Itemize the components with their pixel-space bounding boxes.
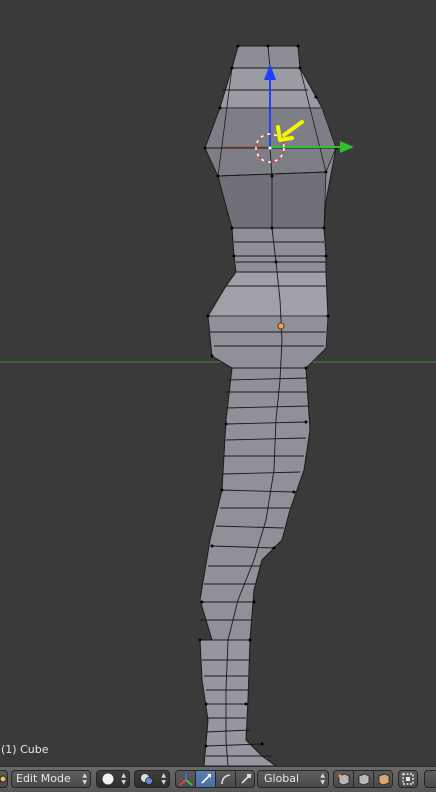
orientation-label: Global — [264, 772, 300, 785]
mode-selector-label: Edit Mode — [16, 772, 71, 785]
translate-icon — [200, 774, 211, 784]
editor-type-button[interactable] — [0, 770, 8, 788]
manipulator-axes-icon — [178, 773, 193, 786]
active-object-label: (1) Cube — [1, 743, 49, 756]
up-down-arrows-icon: ▲ ▼ — [161, 772, 166, 786]
viewport-shading-button[interactable]: ▲ ▼ — [96, 770, 130, 788]
edge-select-icon — [358, 773, 369, 786]
up-down-arrows-icon: ▲ ▼ — [121, 772, 126, 786]
up-down-arrows-icon: ▲ ▼ — [82, 772, 87, 786]
up-down-arrows-icon: ▲ ▼ — [320, 772, 325, 786]
snap-icon — [402, 773, 414, 785]
translate-toggle[interactable] — [196, 771, 216, 787]
layer-face-select[interactable] — [374, 771, 394, 787]
object-origin-dot[interactable] — [277, 322, 285, 330]
manipulator-toggle[interactable] — [176, 771, 196, 787]
layer-edge-select[interactable] — [354, 771, 374, 787]
y-axis-arrow-icon — [340, 141, 354, 153]
rotate-toggle[interactable] — [216, 771, 236, 787]
limit-selection-button[interactable] — [398, 770, 418, 788]
cube-mesh[interactable] — [198, 44, 338, 767]
face-select-icon — [378, 773, 390, 786]
rotate-icon — [220, 774, 230, 785]
layer-vertex-select[interactable] — [334, 771, 354, 787]
pivot-point-icon — [141, 774, 153, 785]
manipulator-group — [175, 770, 255, 788]
viewport-canvas[interactable] — [0, 0, 436, 766]
mode-selector[interactable]: Edit Mode ▲ ▼ — [11, 770, 91, 788]
object-mode-icon — [0, 775, 7, 783]
overflow-button[interactable] — [424, 770, 436, 788]
scale-icon — [241, 774, 251, 784]
viewport-header: Edit Mode ▲ ▼ ▲ ▼ ▲ ▼ Global ▲ ▼ — [0, 766, 436, 792]
3d-viewport[interactable]: (1) Cube — [0, 0, 436, 766]
solid-shading-icon — [102, 773, 114, 785]
layers-group — [333, 770, 393, 788]
vertex-select-icon — [337, 773, 349, 786]
transform-orientation-selector[interactable]: Global ▲ ▼ — [257, 770, 329, 788]
scale-toggle[interactable] — [236, 771, 256, 787]
pivot-point-button[interactable]: ▲ ▼ — [134, 770, 170, 788]
